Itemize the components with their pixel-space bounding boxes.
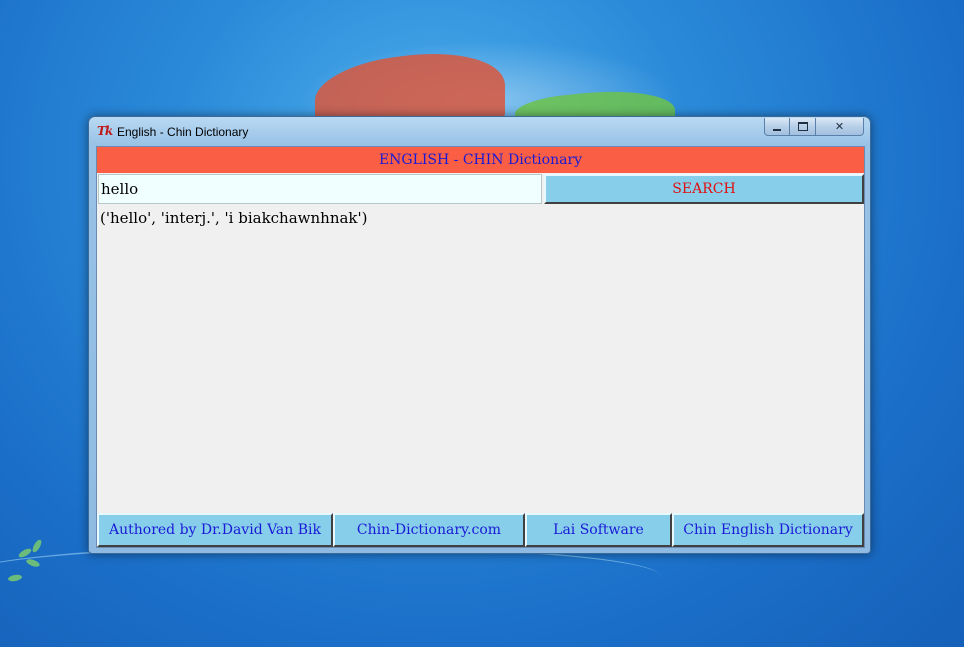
result-text: ('hello', 'interj.', 'i biakchawnhnak'): [100, 209, 368, 227]
caption-buttons: ✕: [764, 118, 864, 136]
tk-app-icon: Tk: [97, 124, 113, 138]
minimize-icon: [773, 128, 781, 131]
dictionary-window: Tk English - Chin Dictionary ✕ ENGLISH -…: [88, 116, 871, 554]
dictionary-header: ENGLISH - CHIN Dictionary: [97, 147, 864, 173]
lai-software-button[interactable]: Lai Software: [525, 513, 672, 547]
close-icon: ✕: [834, 120, 845, 133]
website-button[interactable]: Chin-Dictionary.com: [333, 513, 525, 547]
leaf-decoration: [30, 538, 44, 554]
desktop-swoosh: [0, 545, 660, 607]
search-button[interactable]: SEARCH: [544, 174, 864, 204]
close-button[interactable]: ✕: [816, 118, 864, 136]
author-button[interactable]: Authored by Dr.David Van Bik: [97, 513, 333, 547]
maximize-button[interactable]: [790, 118, 816, 136]
maximize-icon: [797, 122, 808, 131]
window-title: English - Chin Dictionary: [117, 125, 249, 139]
footer-bar: Authored by Dr.David Van Bik Chin-Dictio…: [97, 513, 864, 547]
title-bar[interactable]: Tk English - Chin Dictionary ✕: [89, 117, 870, 145]
search-input[interactable]: [98, 174, 542, 204]
minimize-button[interactable]: [764, 118, 790, 136]
client-area: ENGLISH - CHIN Dictionary SEARCH ('hello…: [96, 146, 865, 548]
chin-english-dictionary-button[interactable]: Chin English Dictionary: [672, 513, 864, 547]
result-area: ('hello', 'interj.', 'i biakchawnhnak'): [98, 206, 863, 511]
